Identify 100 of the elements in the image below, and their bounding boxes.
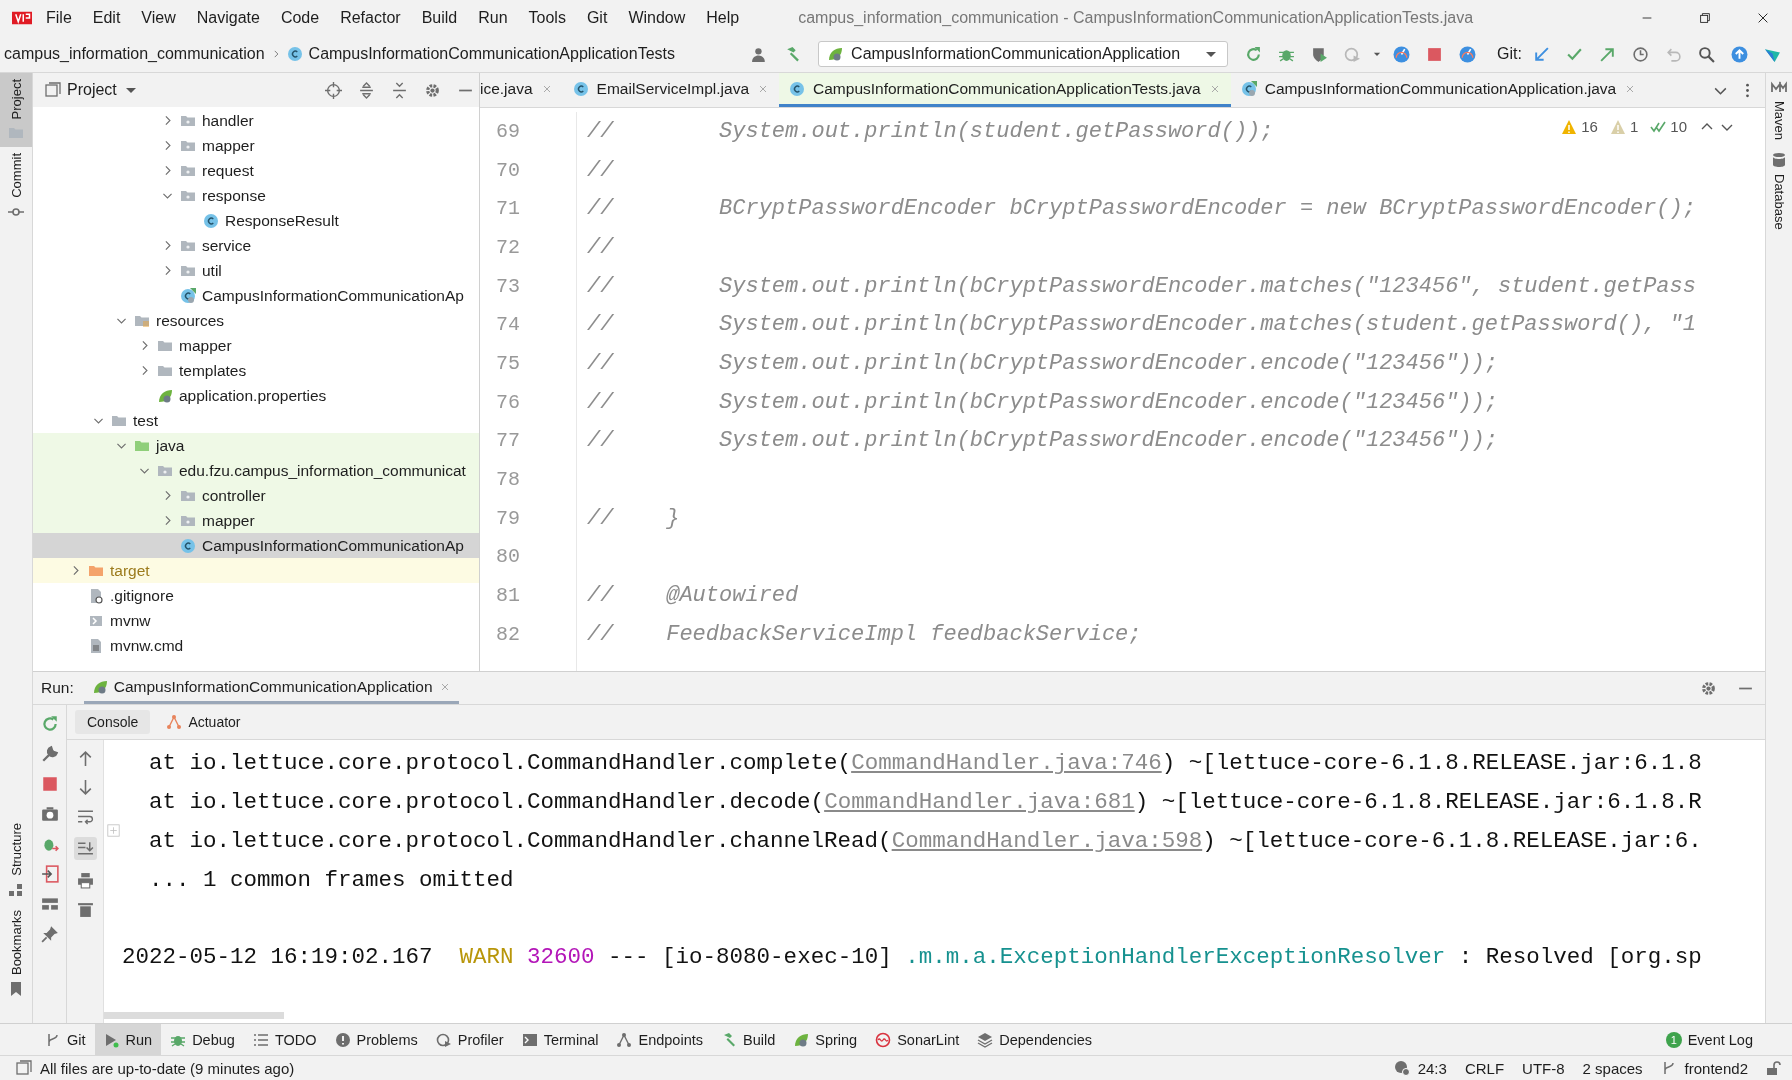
menu-item[interactable]: View [141,9,176,27]
editor-tab[interactable]: EmailServiceImpl.java [562,73,780,107]
profile-icon[interactable] [1344,45,1362,63]
push-icon[interactable] [1599,45,1616,63]
tree-item[interactable]: java [33,433,479,458]
tool-window-button[interactable]: Dependencies [968,1024,1101,1055]
menu-item[interactable]: Refactor [340,9,401,27]
tool-window-button[interactable]: Database [1771,146,1787,236]
scroll-to-end-icon[interactable] [76,840,94,857]
upload-icon[interactable] [1731,45,1748,63]
tool-window-button[interactable]: Endpoints [607,1024,712,1055]
breadcrumb[interactable]: campus_information_communication [4,45,265,63]
line-number: 76 [495,389,521,416]
tree-item[interactable]: controller [33,483,479,508]
search-icon[interactable] [1698,45,1715,63]
panel-icon[interactable] [16,1060,32,1076]
code-line: // [587,234,614,260]
expand-all-icon[interactable] [358,81,375,99]
tool-window-button[interactable]: Terminal [512,1024,608,1055]
tree-item[interactable]: edu.fzu.campus_information_communicat [33,458,479,483]
tool-window-button[interactable]: Git [36,1024,95,1055]
camera-icon[interactable] [40,805,59,823]
tool-window-button[interactable]: Maven [1771,73,1787,147]
caret-position[interactable]: 24:3 [1417,1059,1447,1077]
locate-icon[interactable] [325,81,342,99]
panel-title[interactable]: Project [67,81,117,99]
tree-item[interactable]: target [33,558,479,583]
import-icon[interactable] [40,865,59,883]
menu-item[interactable]: Build [421,9,458,27]
maven-icon [1771,79,1787,95]
console-tab[interactable]: Console [75,710,151,734]
layout-icon[interactable] [40,895,59,913]
tool-window-button[interactable]: SonarLint [866,1024,969,1055]
editor-tab[interactable]: CampusInformationCommunicationApplicationTests.java [779,73,1231,107]
close-icon[interactable] [1756,11,1770,25]
print-icon[interactable] [76,872,94,889]
git-branch[interactable]: frontend2 [1684,1059,1748,1077]
console-tab[interactable]: Actuator [154,710,253,734]
soft-wrap-icon[interactable] [76,808,94,825]
scrollbar[interactable] [104,1012,284,1019]
stop-icon[interactable] [1426,45,1444,63]
file-encoding[interactable]: UTF-8 [1522,1059,1565,1077]
breadcrumb[interactable]: CampusInformationCommunicationApplicationTests [308,45,675,63]
rerun-icon[interactable] [40,715,59,733]
tree-item[interactable]: CampusInformationCommunicationAp [33,533,479,558]
panel-icon [45,82,61,98]
gauge-icon[interactable] [1459,45,1477,63]
stop-icon[interactable] [40,775,59,793]
branch-icon [45,1031,61,1048]
restore-icon[interactable] [1698,11,1712,25]
bookmark-icon [8,981,24,997]
run-icon [103,1031,120,1048]
tool-window-button[interactable]: Profiler [426,1024,513,1055]
editor-tab[interactable]: ice.java [480,73,563,107]
rerun-icon[interactable] [1245,45,1263,63]
tool-window-button[interactable]: Debug [161,1024,244,1055]
menu-item[interactable]: Code [280,9,320,27]
collapse-all-icon[interactable] [391,81,408,99]
trash-icon[interactable] [76,901,94,918]
tool-window-button[interactable]: Project [0,73,32,148]
code-line: // @Autowired [587,583,799,609]
inspection-icon[interactable] [1393,1060,1410,1076]
tool-window-button[interactable]: TODO [243,1024,326,1055]
tool-window-button[interactable]: Commit [0,147,32,227]
menu-item[interactable]: Help [706,9,740,27]
line-number: 73 [495,273,521,300]
menu-item[interactable]: Tools [528,9,566,27]
menu-item[interactable]: Git [586,9,608,27]
settings-icon[interactable] [1700,679,1717,697]
pin-icon[interactable] [40,925,59,943]
menu-item[interactable]: Navigate [196,9,260,27]
tool-window-button[interactable]: Structure [0,817,32,904]
wrench-icon[interactable] [40,745,59,763]
history-icon[interactable] [1632,45,1649,63]
console-line: at io.lettuce.core.protocol.CommandHandler.complete(CommandHandler.java:746) ~[lettuce-core-6.1.8.RELEASE.jar:6.1.8 [148,749,1703,779]
tool-window-button[interactable]: Problems [325,1024,427,1055]
update-icon[interactable] [1533,45,1550,63]
run-tab[interactable]: CampusInformationCommunicationApplication [83,672,459,704]
coverage-icon[interactable] [1311,45,1329,63]
settings-icon[interactable] [424,81,441,99]
line-number: 81 [495,583,521,610]
lock-icon[interactable] [1766,1060,1782,1076]
menu-item[interactable]: Window [628,9,686,27]
line-number: 74 [495,312,521,339]
tool-window-button[interactable]: Build [712,1024,785,1055]
layers-icon [977,1031,994,1048]
tool-window-button[interactable]: Run [94,1024,162,1055]
editor-tab[interactable]: CampusInformationCommunicationApplication.java [1230,73,1647,107]
menu-item[interactable]: Run [478,9,508,27]
tool-window-button[interactable]: Bookmarks [0,903,32,1003]
tool-window-button[interactable]: Spring [784,1024,867,1055]
indent-setting[interactable]: 2 spaces [1582,1059,1643,1077]
gauge-icon[interactable] [1393,45,1411,63]
run-config-dropdown[interactable]: CampusInformationCommunicationApplication [818,41,1229,67]
file-icon [88,587,104,604]
menu-item[interactable]: File [46,9,72,27]
menu-item[interactable]: Edit [92,9,121,27]
event-log-button[interactable]: 1 Event Log [1656,1024,1762,1055]
tree-item[interactable]: mapper [33,508,479,533]
line-separator[interactable]: CRLF [1464,1059,1505,1077]
